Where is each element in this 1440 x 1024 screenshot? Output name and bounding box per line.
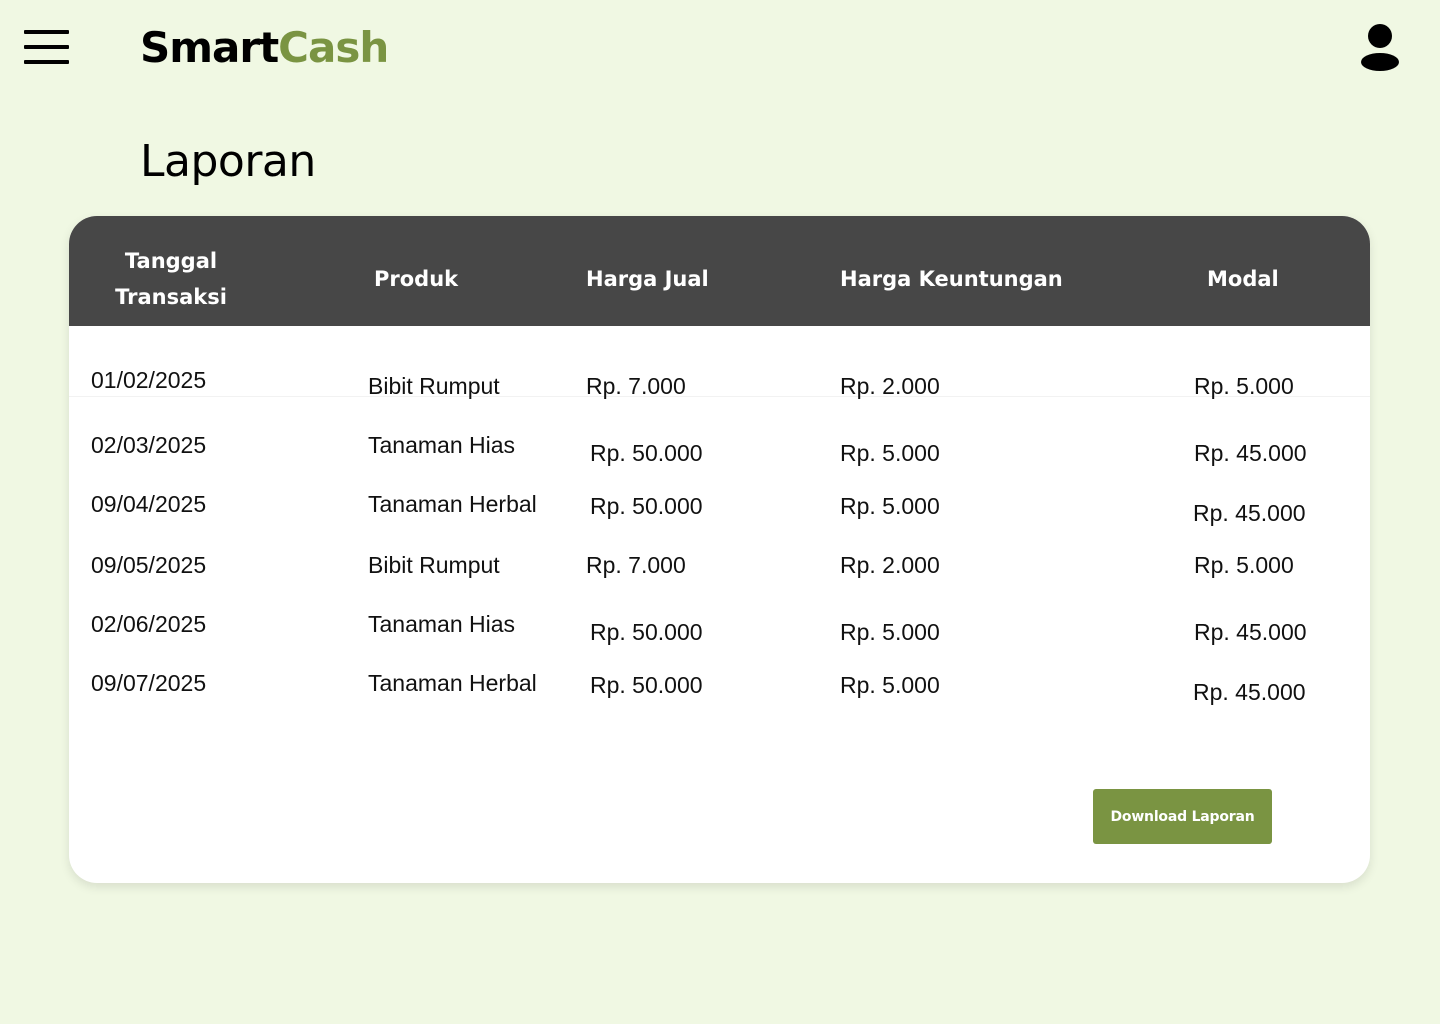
column-header-harga-keuntungan: Harga Keuntungan (840, 267, 1063, 291)
cell-tanggal: 09/04/2025 (91, 491, 207, 517)
cell-harga-keuntungan: Rp. 2.000 (840, 373, 940, 399)
download-report-button[interactable]: Download Laporan (1093, 789, 1272, 844)
cell-modal: Rp. 45.000 (1193, 679, 1306, 705)
cell-harga-jual: Rp. 50.000 (590, 619, 703, 645)
cell-harga-jual: Rp. 7.000 (586, 373, 686, 399)
logo-text-cash: Cash (278, 23, 389, 72)
column-header-tanggal-transaksi: Tanggal Transaksi (115, 249, 227, 309)
menu-line (24, 30, 69, 34)
cell-harga-keuntungan: Rp. 2.000 (840, 552, 940, 578)
cell-harga-keuntungan: Rp. 5.000 (840, 619, 940, 645)
cell-harga-jual: Rp. 7.000 (586, 552, 686, 578)
cell-produk: Tanaman Herbal (368, 670, 537, 696)
column-header-modal: Modal (1207, 267, 1279, 291)
cell-harga-jual: Rp. 50.000 (590, 672, 703, 698)
cell-tanggal: 01/02/2025 (91, 367, 207, 393)
table-header: Tanggal Transaksi Produk Harga Jual Harg… (69, 216, 1370, 326)
cell-harga-keuntungan: Rp. 5.000 (840, 440, 940, 466)
cell-produk: Tanaman Hias (368, 611, 516, 637)
cell-harga-keuntungan: Rp. 5.000 (840, 672, 940, 698)
cell-tanggal: 02/03/2025 (91, 432, 207, 458)
cell-produk: Tanaman Herbal (368, 491, 537, 517)
cell-produk: Bibit Rumput (368, 552, 500, 578)
cell-tanggal: 09/07/2025 (91, 670, 207, 696)
report-table-card: Tanggal Transaksi Produk Harga Jual Harg… (69, 216, 1370, 883)
cell-modal: Rp. 45.000 (1194, 440, 1307, 466)
hamburger-menu-icon[interactable] (24, 28, 70, 68)
cell-modal: Rp. 5.000 (1194, 552, 1294, 578)
user-icon-graphic (1361, 24, 1399, 71)
cell-harga-jual: Rp. 50.000 (590, 440, 703, 466)
page-title: Laporan (140, 136, 316, 187)
cell-harga-jual: Rp. 50.000 (590, 493, 703, 519)
menu-line (24, 45, 69, 49)
app-logo: SmartCash (140, 22, 389, 74)
cell-produk: Tanaman Hias (368, 432, 516, 458)
user-profile-icon[interactable] (1358, 22, 1404, 74)
cell-tanggal: 02/06/2025 (91, 611, 207, 637)
cell-modal: Rp. 5.000 (1194, 373, 1294, 399)
cell-harga-keuntungan: Rp. 5.000 (840, 493, 940, 519)
cell-modal: Rp. 45.000 (1194, 619, 1307, 645)
row-divider (69, 396, 1370, 397)
cell-tanggal: 09/05/2025 (91, 552, 207, 578)
menu-line (24, 60, 69, 64)
logo-text-smart: Smart (140, 23, 279, 72)
cell-modal: Rp. 45.000 (1193, 500, 1306, 526)
column-header-harga-jual: Harga Jual (586, 267, 709, 291)
column-header-produk: Produk (374, 267, 459, 291)
cell-produk: Bibit Rumput (368, 373, 500, 399)
